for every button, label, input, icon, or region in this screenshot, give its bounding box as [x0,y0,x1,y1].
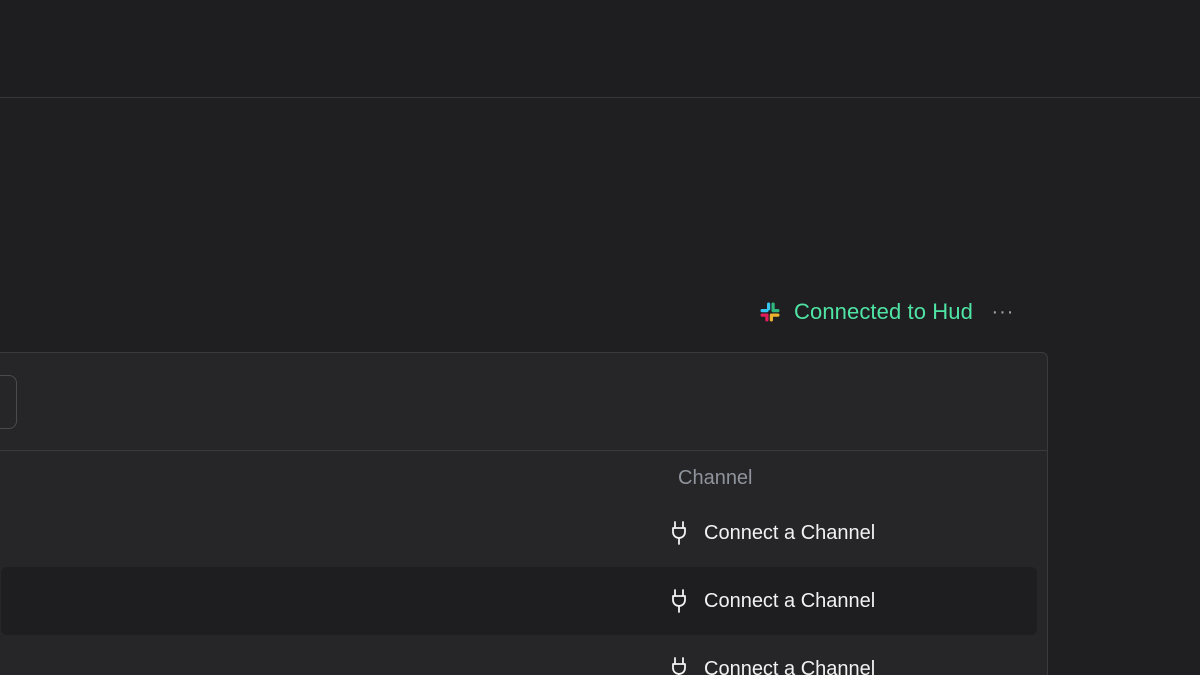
column-header-channel: Channel [678,467,753,489]
connect-channel-label: Connect a Channel [704,521,876,544]
toolbar-button[interactable] [0,375,17,429]
integration-status: Connected to Hud ··· [760,296,1015,328]
table-row: Connect a Channel [1,635,1037,675]
table-row: Connect a Channel [1,567,1037,635]
connect-channel-label: Connect a Channel [704,589,876,612]
more-options-button[interactable]: ··· [991,301,1015,324]
connect-channel-button[interactable]: Connect a Channel [670,567,875,635]
connection-status-text: Connected to Hud [794,299,973,324]
plug-icon [672,589,686,613]
plug-icon [672,657,686,675]
page: Connected to Hud ··· Channel Connect a C… [0,0,1200,675]
connect-channel-button[interactable]: Connect a Channel [670,635,875,675]
connect-channel-button[interactable]: Connect a Channel [670,499,875,567]
top-bar [0,0,1200,98]
table-row: Connect a Channel [1,499,1037,567]
plug-icon [672,521,686,545]
connect-channel-label: Connect a Channel [704,657,876,675]
integrations-panel: Channel Connect a Channel Connect a Chan… [0,352,1048,675]
panel-toolbar [0,353,1047,451]
slack-icon [760,302,780,322]
